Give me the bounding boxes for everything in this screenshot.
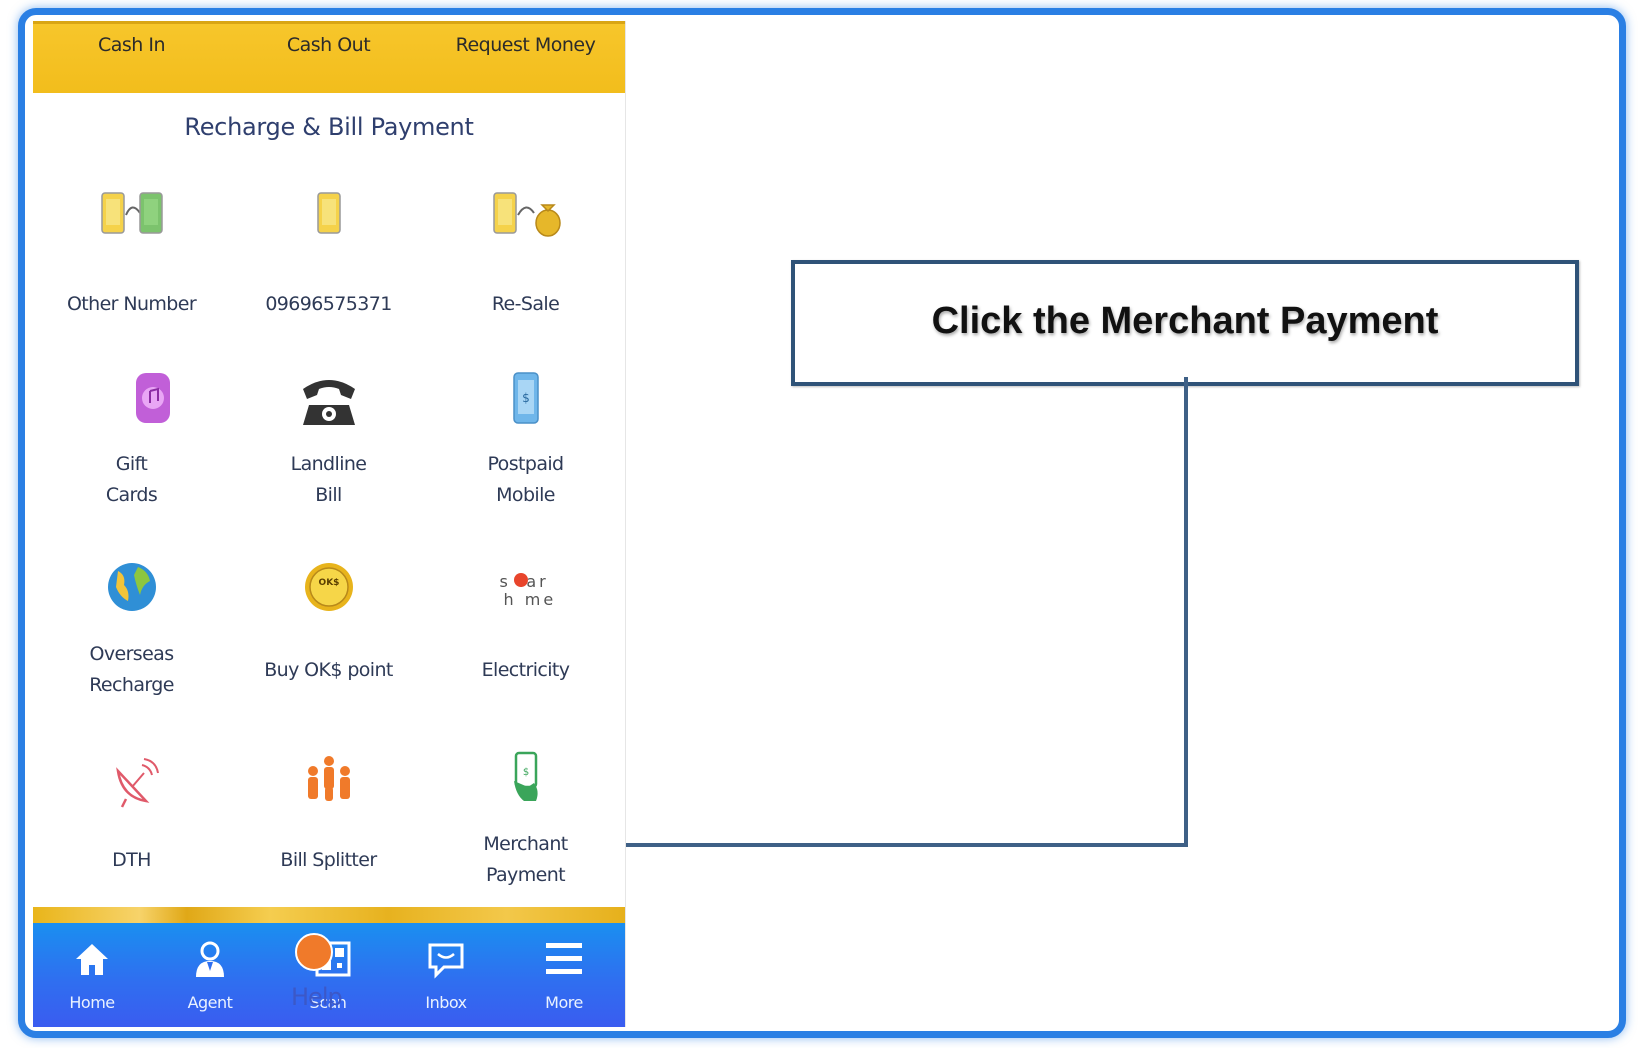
callout-connector-line: [626, 377, 1188, 847]
tutorial-frame: Cash In Cash Out Request Money Recharge …: [18, 8, 1626, 1038]
